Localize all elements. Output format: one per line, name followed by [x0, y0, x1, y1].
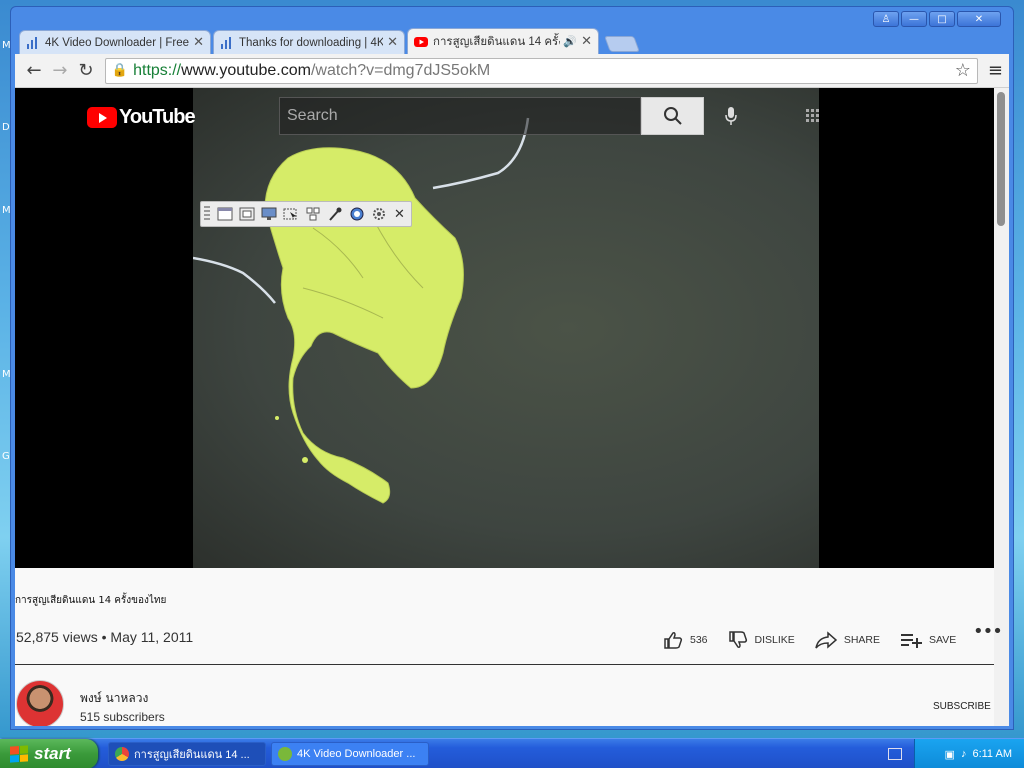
subscribe-button[interactable]: SUBSCRIBE [933, 701, 991, 712]
reload-button[interactable]: ↻ [73, 60, 99, 81]
tab-title: Thanks for downloading | 4K [239, 36, 384, 49]
share-button[interactable]: SHARE [815, 631, 880, 649]
url-host: www.youtube.com [181, 61, 311, 79]
share-label: SHARE [843, 634, 880, 646]
tab-close-icon[interactable]: ✕ [581, 34, 592, 49]
thumbs-down-icon [728, 631, 747, 648]
capture-floating-toolbar: ✕ [200, 201, 412, 227]
web-capture-icon[interactable] [348, 206, 366, 222]
section-divider [15, 664, 994, 665]
screen-capture-icon[interactable] [260, 206, 278, 222]
save-playlist-icon [901, 634, 922, 648]
forward-button[interactable]: → [47, 60, 73, 81]
youtube-icon [414, 36, 428, 47]
close-window-button[interactable]: ✕ [957, 11, 1001, 27]
tab-title: 4K Video Downloader | Free [45, 36, 190, 49]
minimize-button[interactable]: — [901, 11, 927, 27]
save-button[interactable]: SAVE [900, 632, 956, 648]
video-meta: 52,875 views • May 11, 2011 [16, 629, 193, 645]
tab-4k-video-downloader[interactable]: 4K Video Downloader | Free ✕ [19, 30, 211, 54]
more-actions-icon[interactable]: ••• [973, 621, 1003, 642]
start-button[interactable]: start [0, 739, 98, 768]
tray-app-icon[interactable]: ▣ [945, 748, 955, 761]
windows-flag-icon [10, 745, 28, 763]
tab-close-icon[interactable]: ✕ [193, 35, 204, 50]
maximize-button[interactable]: □ [929, 11, 955, 27]
system-tray: ▣ ♪ 6:11 AM [914, 739, 1024, 768]
like-count: 536 [690, 634, 708, 646]
window-capture-icon[interactable] [216, 206, 234, 222]
region-capture-icon[interactable] [238, 206, 256, 222]
channel-avatar[interactable] [16, 680, 64, 726]
color-picker-icon[interactable] [326, 206, 344, 222]
audio-playing-icon[interactable]: 🔊 [563, 35, 577, 48]
bar-chart-icon [221, 36, 231, 49]
youtube-search-input[interactable]: Search [279, 97, 641, 135]
youtube-page: YouTube Search ✕ การสูญเสียดินแดน 14 ครั… [15, 88, 1009, 726]
back-button[interactable]: ← [21, 60, 47, 81]
settings-gear-icon[interactable] [370, 206, 388, 222]
browser-window: ♙ — □ ✕ 4K Video Downloader | Free ✕ Tha… [10, 6, 1014, 730]
taskbar-item-chrome[interactable]: การสูญเสียดินแดน 14 ... [108, 742, 266, 766]
browser-toolbar: ← → ↻ 🔒 https://www.youtube.com/watch?v=… [15, 54, 1009, 88]
video-actions: 536 DISLIKE SHARE SAVE [663, 631, 976, 649]
new-tab-button[interactable] [604, 36, 640, 52]
dislike-label: DISLIKE [754, 634, 795, 646]
url-path: /watch?v=dmg7dJS5okM [310, 61, 491, 79]
video-frame[interactable] [192, 88, 819, 568]
tab-youtube-video[interactable]: การสูญเสียดินแดน 14 ครั้ง 🔊 ✕ [407, 28, 599, 54]
bookmark-star-icon[interactable]: ☆ [955, 60, 971, 81]
lock-icon: 🔒 [111, 63, 129, 78]
youtube-wordmark: YouTube [119, 106, 196, 128]
tray-volume-icon[interactable]: ♪ [961, 748, 967, 760]
url-scheme: https:// [133, 61, 182, 79]
tab-thanks-for-downloading[interactable]: Thanks for downloading | 4K ✕ [213, 30, 405, 54]
desktop-letter: D [2, 122, 10, 133]
subscriber-count: 515 subscribers [80, 710, 165, 724]
taskbar-item-label: 4K Video Downloader ... [297, 748, 416, 760]
dislike-button[interactable]: DISLIKE [728, 631, 795, 649]
upload-date: May 11, 2011 [110, 629, 194, 645]
microphone-icon[interactable] [723, 106, 739, 126]
taskbar-item-4k-downloader[interactable]: 4K Video Downloader ... [271, 742, 429, 766]
taskbar-item-label: การสูญเสียดินแดน 14 ... [134, 749, 250, 761]
address-bar[interactable]: 🔒 https://www.youtube.com/watch?v=dmg7dJ… [104, 57, 978, 84]
share-arrow-icon [815, 631, 837, 649]
drag-handle[interactable] [204, 206, 210, 222]
tab-strip: 4K Video Downloader | Free ✕ Thanks for … [19, 28, 640, 54]
scrollbar-thumb[interactable] [997, 92, 1005, 226]
desktop-letter: G [2, 451, 10, 462]
search-icon [663, 107, 682, 125]
taskbar: start การสูญเสียดินแดน 14 ... 4K Video D… [0, 738, 1024, 768]
clock: 6:11 AM [972, 748, 1012, 760]
browser-menu-button[interactable]: ≡ [988, 60, 1003, 81]
channel-name[interactable]: พงษ์ นาหลวง [80, 689, 148, 708]
map-of-thailand-image [192, 117, 530, 504]
window-controls: ♙ — □ ✕ [873, 11, 1001, 27]
video-player[interactable]: YouTube Search ✕ [15, 88, 994, 568]
youtube-logo[interactable]: YouTube [87, 106, 196, 129]
4k-downloader-icon [278, 747, 292, 761]
user-profile-button[interactable]: ♙ [873, 11, 899, 27]
pointer-capture-icon[interactable] [282, 206, 300, 222]
bar-chart-icon [27, 36, 37, 49]
chrome-icon [115, 747, 129, 761]
like-button[interactable]: 536 [663, 631, 708, 649]
apps-grid-icon[interactable] [806, 109, 820, 123]
thumbs-up-icon [664, 632, 683, 649]
youtube-play-icon [87, 107, 117, 128]
keyboard-icon[interactable] [888, 748, 902, 760]
youtube-search-button[interactable] [641, 97, 704, 135]
meta-separator: • [101, 629, 107, 645]
tab-close-icon[interactable]: ✕ [387, 35, 398, 50]
video-title: การสูญเสียดินแดน 14 ครั้งของไทย [15, 595, 167, 606]
close-toolbar-icon[interactable]: ✕ [394, 207, 405, 222]
tab-title: การสูญเสียดินแดน 14 ครั้ง [433, 35, 561, 48]
start-label: start [34, 744, 71, 763]
menu-capture-icon[interactable] [304, 206, 322, 222]
view-count: 52,875 views [16, 629, 98, 645]
save-label: SAVE [929, 634, 957, 646]
